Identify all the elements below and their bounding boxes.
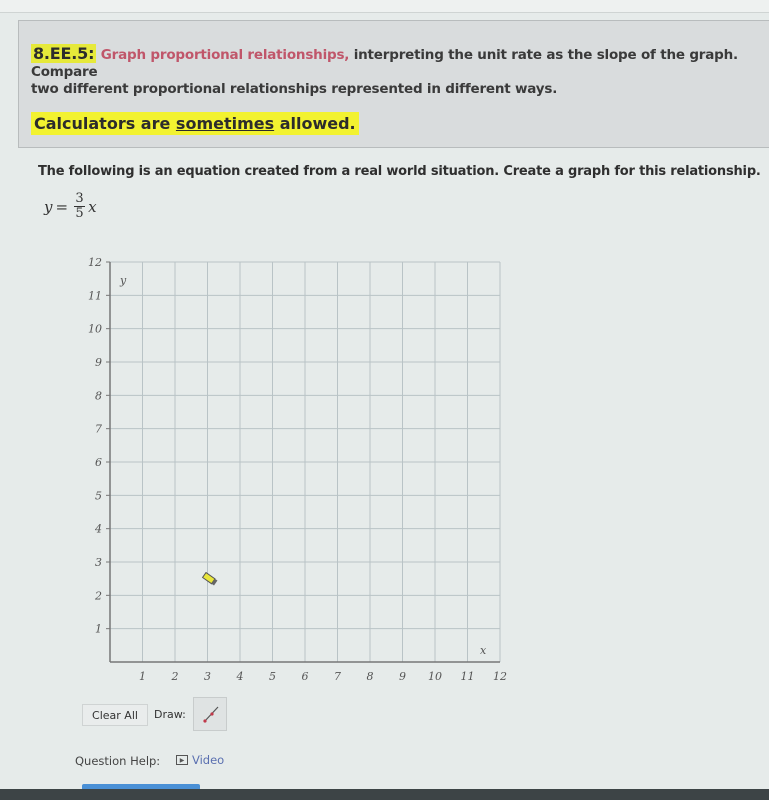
x-tick-label: 8 [367,670,374,680]
video-link-label[interactable]: Video [192,753,224,767]
fraction-denominator: 5 [75,206,84,221]
equation-equals: = [55,197,69,216]
standard-text-red: Graph proportional relationships, [100,47,350,63]
equation-fraction: 3 5 [74,191,86,221]
y-tick-label: 11 [88,289,102,302]
y-tick-label: 2 [94,589,102,602]
equation-variable: x [88,197,97,216]
x-tick-label: 6 [302,670,309,680]
x-tick-label: 9 [399,670,406,680]
y-tick-label: 5 [95,489,102,502]
graph-canvas[interactable]: 1 2 3 4 5 6 7 8 9 10 11 12123456789101112 x y [50,250,520,683]
y-tick-label: 10 [88,323,102,336]
standard-line-1: 8.EE.5: Graph proportional relationships… [31,44,758,81]
y-axis-label: y [119,274,127,287]
clear-all-button[interactable]: Clear All [82,704,148,726]
y-tick-label: 1 [95,623,102,636]
calculator-note: Calculators are sometimes allowed. [31,112,359,135]
draw-label: Draw: [154,708,186,721]
fraction-numerator: 3 [75,191,84,206]
y-tick-label: 4 [94,523,102,536]
os-taskbar [0,789,769,800]
x-axis-label: x [480,644,487,657]
calculator-note-emphasis: sometimes [175,114,275,133]
x-tick-label: 3 [204,670,211,680]
equation: y = 3 5 x [44,192,97,221]
standard-code: 8.EE.5: [31,44,97,63]
y-tick-label: 6 [95,456,102,469]
draw-line-tool-button[interactable] [193,697,227,731]
x-tick-label: 4 [236,670,244,680]
play-icon: ▶ [176,755,188,765]
x-tick-label: 11 [461,670,475,680]
y-tick-label: 12 [88,256,102,269]
y-tick-label: 8 [95,389,102,402]
x-tick-label: 7 [334,670,341,680]
y-tick-label: 7 [95,423,102,436]
browser-top-strip [0,0,769,13]
y-tick-label: 3 [95,556,102,569]
standard-line-2: two different proportional relationships… [31,81,558,97]
y-tick-label: 9 [95,356,102,369]
line-tool-icon [203,706,219,723]
x-tick-label: 12 [493,670,507,680]
question-help-label: Question Help: [75,754,161,768]
video-help-link[interactable]: ▶ Video [176,753,224,767]
standard-box: 8.EE.5: Graph proportional relationships… [18,20,769,148]
question-prompt: The following is an equation created fro… [38,164,761,179]
x-tick-label: 2 [171,670,179,680]
graph-area[interactable]: 1 2 3 4 5 6 7 8 9 10 11 12 1 2 3 4 5 6 7 8 9 10 11 12 x y [50,250,520,684]
pencil-cursor-icon [202,572,218,586]
equation-lhs: y [44,197,53,216]
x-tick-label: 1 [139,670,146,680]
x-tick-label: 5 [269,670,276,680]
x-tick-label: 10 [428,670,442,680]
